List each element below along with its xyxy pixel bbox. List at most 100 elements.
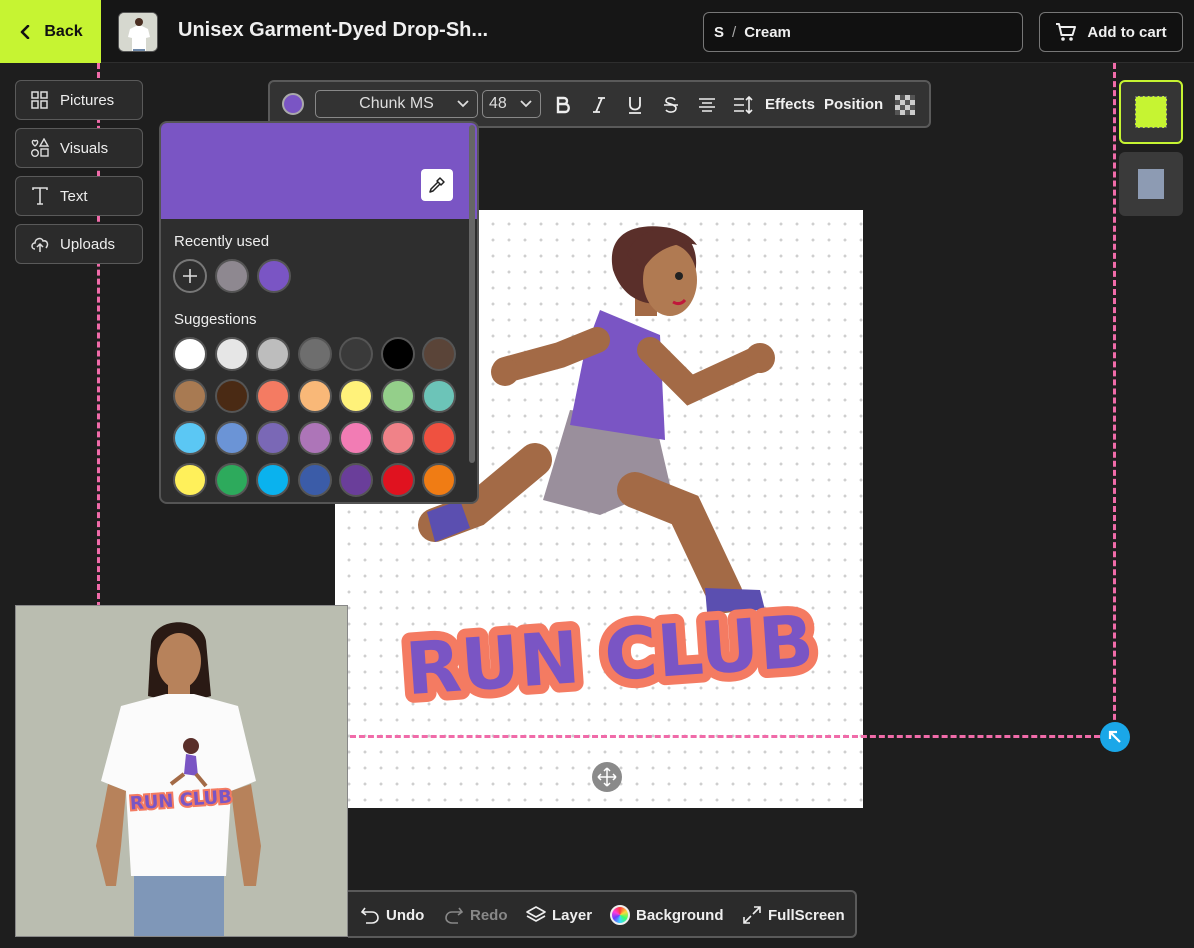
text-label: Text: [60, 187, 88, 205]
layer-label: Layer: [552, 906, 593, 924]
suggestion-color-swatch[interactable]: [297, 421, 332, 455]
transparency-button[interactable]: [894, 94, 916, 116]
suggestion-color-swatch[interactable]: [339, 379, 373, 413]
top-bar: Back Unisex Garment-Dyed Drop-Sh... S / …: [0, 0, 1194, 63]
strikethrough-icon: [664, 97, 678, 113]
suggestion-color-swatch[interactable]: [256, 337, 290, 371]
align-center-icon: [699, 98, 715, 112]
front-side-thumb[interactable]: [1119, 80, 1183, 144]
font-size-value: 48: [489, 95, 507, 112]
print-area-bottom-guide: [350, 735, 1100, 738]
suggestion-color-swatch[interactable]: [339, 463, 373, 497]
suggestion-color-swatch[interactable]: [339, 421, 373, 455]
recent-color-swatch[interactable]: [215, 259, 249, 293]
font-size-select[interactable]: 48: [482, 90, 541, 118]
suggestion-color-swatch[interactable]: [214, 421, 249, 455]
arrow-up-left-icon: [1108, 730, 1121, 743]
underline-icon: [629, 97, 641, 114]
text-tool-button[interactable]: Text: [15, 176, 143, 216]
pictures-tool-button[interactable]: Pictures: [15, 80, 143, 120]
back-side-thumb[interactable]: [1119, 152, 1183, 216]
picker-scrollbar[interactable]: [469, 125, 475, 463]
eyedropper-button[interactable]: [421, 169, 453, 201]
recently-used-heading: Recently used: [174, 233, 270, 250]
run-club-text[interactable]: RUN CLUB RUN CLUB: [394, 590, 826, 720]
color-wheel-icon: [610, 905, 630, 925]
eyedropper-icon: [429, 177, 445, 193]
suggestion-color-swatch[interactable]: [380, 421, 415, 455]
product-thumbnail[interactable]: [118, 12, 158, 52]
add-color-button[interactable]: [173, 259, 207, 293]
fullscreen-label: FullScreen: [768, 906, 845, 924]
transparency-icon: [895, 95, 915, 115]
suggestion-color-swatch[interactable]: [173, 337, 207, 371]
back-button[interactable]: Back: [0, 0, 101, 63]
suggestion-color-swatch[interactable]: [214, 379, 249, 413]
undo-button[interactable]: Undo: [360, 905, 424, 925]
line-spacing-button[interactable]: [732, 94, 754, 116]
undo-icon: [360, 907, 379, 924]
visuals-tool-button[interactable]: Visuals: [15, 128, 143, 168]
suggestion-color-swatch[interactable]: [422, 337, 456, 371]
background-label: Background: [636, 906, 724, 924]
line-spacing-icon: [734, 96, 753, 114]
design-editor: Back Unisex Garment-Dyed Drop-Sh... S / …: [0, 0, 1194, 948]
suggestion-color-swatch[interactable]: [380, 379, 415, 413]
pictures-icon: [31, 91, 48, 109]
run-club-text-fill: RUN CLUB: [403, 599, 817, 711]
uploads-tool-button[interactable]: Uploads: [15, 224, 143, 264]
variant-separator: /: [732, 23, 737, 41]
redo-icon: [445, 907, 464, 924]
font-family-value: Chunk MS: [359, 95, 434, 112]
add-to-cart-label: Add to cart: [1087, 23, 1167, 41]
chevron-down-icon: [520, 100, 532, 108]
suggestions-heading: Suggestions: [174, 311, 257, 328]
suggestion-color-swatch[interactable]: [173, 421, 207, 455]
suggestion-color-swatch[interactable]: [339, 337, 373, 371]
suggestion-color-swatch[interactable]: [214, 337, 249, 371]
product-preview[interactable]: RUN CLUB RUN CLUB: [15, 605, 348, 937]
suggestion-color-swatch[interactable]: [173, 463, 207, 497]
suggestion-color-swatch[interactable]: [297, 379, 332, 413]
fullscreen-button[interactable]: FullScreen: [742, 905, 845, 925]
suggestion-color-swatch[interactable]: [422, 421, 456, 455]
add-to-cart-button[interactable]: Add to cart: [1039, 12, 1183, 52]
font-family-select[interactable]: Chunk MS: [315, 90, 478, 118]
suggestion-color-swatch[interactable]: [380, 337, 415, 371]
layer-button[interactable]: Layer: [526, 905, 592, 925]
tshirt-thumbnail-image: [119, 13, 157, 51]
text-icon: [32, 187, 48, 205]
suggestion-color-swatch[interactable]: [256, 379, 290, 413]
upload-icon: [31, 237, 49, 252]
suggestion-color-swatch[interactable]: [422, 379, 456, 413]
color-picker-popover: Recently used Suggestions: [159, 121, 479, 504]
variant-select[interactable]: S / Cream: [703, 12, 1023, 52]
position-button[interactable]: Position: [824, 96, 883, 113]
bold-button[interactable]: [552, 94, 574, 116]
undo-label: Undo: [386, 906, 425, 924]
suggestion-color-swatch[interactable]: [214, 463, 249, 497]
strikethrough-button[interactable]: [660, 94, 682, 116]
suggestion-color-swatch[interactable]: [256, 421, 290, 455]
redo-button[interactable]: Redo: [444, 905, 508, 925]
suggestion-color-swatch[interactable]: [173, 379, 207, 413]
recent-color-swatch[interactable]: [257, 259, 291, 293]
suggestion-color-swatch[interactable]: [256, 463, 290, 497]
suggestion-color-swatch[interactable]: [297, 463, 332, 497]
background-button[interactable]: Background: [610, 905, 724, 925]
model-preview-image: RUN CLUB RUN CLUB: [16, 606, 347, 936]
underline-button[interactable]: [624, 94, 646, 116]
resize-handle[interactable]: [1100, 722, 1130, 752]
print-area-right-guide: [1113, 63, 1116, 738]
variant-color: Cream: [744, 23, 791, 41]
align-button[interactable]: [696, 94, 718, 116]
suggestion-color-swatch[interactable]: [380, 463, 415, 497]
move-handle[interactable]: [592, 762, 622, 792]
text-color-button[interactable]: [282, 93, 304, 115]
italic-button[interactable]: [588, 94, 610, 116]
suggestion-color-swatch[interactable]: [422, 463, 456, 497]
visuals-label: Visuals: [60, 139, 109, 157]
suggestion-color-swatch[interactable]: [297, 337, 332, 371]
bottom-toolbar: Undo Redo Layer Background FullScreen: [348, 890, 857, 938]
effects-button[interactable]: Effects: [765, 96, 815, 113]
